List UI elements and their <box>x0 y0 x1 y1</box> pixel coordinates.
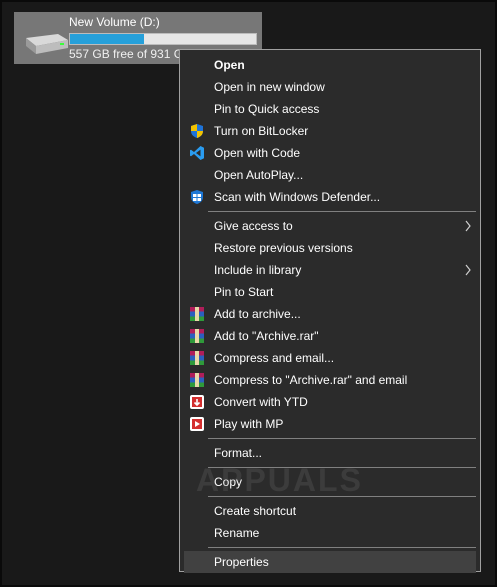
menu-item-label: Turn on BitLocker <box>214 124 309 138</box>
drive-free-space: 557 GB free of 931 GB <box>69 47 192 61</box>
menu-item-play-mp[interactable]: Play with MP <box>180 413 480 435</box>
menu-item-scan-defender[interactable]: Scan with Windows Defender... <box>180 186 480 208</box>
menu-item-label: Scan with Windows Defender... <box>214 190 381 204</box>
menu-item-label: Properties <box>214 555 269 569</box>
menu-item-label: Add to "Archive.rar" <box>214 329 319 343</box>
menu-item-label: Include in library <box>214 263 302 277</box>
menu-item-pin-start[interactable]: Pin to Start <box>180 281 480 303</box>
chevron-right-icon <box>465 264 471 276</box>
winrar-icon <box>190 373 204 387</box>
menu-separator <box>208 467 476 468</box>
menu-item-label: Rename <box>214 526 260 540</box>
menu-separator <box>208 496 476 497</box>
menu-item-rename[interactable]: Rename <box>180 522 480 544</box>
menu-separator <box>208 438 476 439</box>
shield-icon <box>191 124 203 138</box>
winrar-icon <box>190 307 204 321</box>
windows-defender-icon <box>191 190 203 204</box>
menu-item-open[interactable]: Open <box>180 54 480 76</box>
menu-item-format[interactable]: Format... <box>180 442 480 464</box>
menu-item-label: Pin to Start <box>214 285 274 299</box>
menu-item-label: Play with MP <box>214 417 284 431</box>
menu-item-turn-on-bitlocker[interactable]: Turn on BitLocker <box>180 120 480 142</box>
menu-item-label: Copy <box>214 475 243 489</box>
menu-item-pin-quick-access[interactable]: Pin to Quick access <box>180 98 480 120</box>
menu-item-compress-rar-email[interactable]: Compress to "Archive.rar" and email <box>180 369 480 391</box>
ytd-icon <box>190 395 204 409</box>
menu-item-add-archive-rar[interactable]: Add to "Archive.rar" <box>180 325 480 347</box>
menu-item-label: Format... <box>214 446 263 460</box>
vscode-icon <box>190 146 204 160</box>
menu-item-give-access[interactable]: Give access to <box>180 215 480 237</box>
menu-item-label: Open <box>214 58 245 72</box>
menu-item-open-autoplay[interactable]: Open AutoPlay... <box>180 164 480 186</box>
menu-item-create-shortcut[interactable]: Create shortcut <box>180 500 480 522</box>
menu-item-label: Compress to "Archive.rar" and email <box>214 373 408 387</box>
menu-item-open-with-code[interactable]: Open with Code <box>180 142 480 164</box>
menu-separator <box>208 547 476 548</box>
menu-item-include-library[interactable]: Include in library <box>180 259 480 281</box>
context-menu: Open Open in new window Pin to Quick acc… <box>179 49 481 573</box>
hard-drive-icon <box>26 34 68 54</box>
menu-item-compress-email[interactable]: Compress and email... <box>180 347 480 369</box>
chevron-right-icon <box>465 220 471 232</box>
menu-item-copy[interactable]: Copy <box>180 471 480 493</box>
menu-item-label: Open AutoPlay... <box>214 168 304 182</box>
menu-item-label: Convert with YTD <box>214 395 308 409</box>
menu-item-convert-ytd[interactable]: Convert with YTD <box>180 391 480 413</box>
drive-name: New Volume (D:) <box>69 15 160 29</box>
menu-item-add-archive[interactable]: Add to archive... <box>180 303 480 325</box>
menu-separator <box>208 211 476 212</box>
winrar-icon <box>190 329 204 343</box>
menu-item-label: Give access to <box>214 219 293 233</box>
menu-item-properties[interactable]: Properties <box>184 551 476 573</box>
menu-item-label: Restore previous versions <box>214 241 353 255</box>
menu-item-label: Open in new window <box>214 80 325 94</box>
menu-item-label: Create shortcut <box>214 504 297 518</box>
menu-item-label: Pin to Quick access <box>214 102 320 116</box>
drive-usage-fill <box>70 34 145 44</box>
menu-item-label: Compress and email... <box>214 351 335 365</box>
mp-player-icon <box>190 417 204 431</box>
menu-item-label: Open with Code <box>214 146 301 160</box>
menu-item-restore-versions[interactable]: Restore previous versions <box>180 237 480 259</box>
menu-item-open-new-window[interactable]: Open in new window <box>180 76 480 98</box>
drive-usage-bar <box>69 33 257 45</box>
winrar-icon <box>190 351 204 365</box>
menu-item-label: Add to archive... <box>214 307 301 321</box>
